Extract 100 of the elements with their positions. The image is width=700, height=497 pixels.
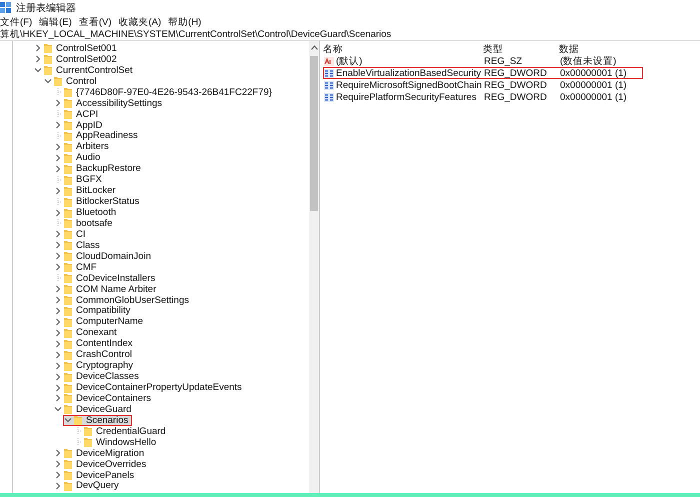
value-name: RequirePlatformSecurityFeatures	[336, 92, 476, 102]
tree-item[interactable]: {7746D80F-97E0-4E26-9543-26B41FC22F79}	[53, 86, 276, 98]
tree-item[interactable]: BitLocker	[53, 185, 120, 196]
chevron-icon[interactable]	[54, 208, 62, 217]
chevron-icon[interactable]	[54, 318, 62, 326]
binary-value-icon	[324, 68, 334, 78]
tree-item[interactable]: ACPI	[53, 108, 102, 120]
value-row[interactable]: (默认) REG_SZ (数值未设置)	[323, 55, 643, 67]
tree-item[interactable]: BackupRestore	[53, 163, 145, 174]
tree-item[interactable]: Cryptography	[53, 360, 138, 372]
chevron-icon[interactable]	[34, 66, 42, 74]
tree-item[interactable]: AppReadiness	[53, 130, 142, 142]
tree-item[interactable]: WindowsHello	[73, 436, 160, 448]
tree-item[interactable]: DeviceGuard	[53, 404, 136, 415]
tree-item[interactable]: bootsafe	[53, 218, 116, 229]
tree-item[interactable]: CI	[53, 228, 90, 240]
chevron-icon[interactable]	[54, 372, 62, 381]
tree-item[interactable]: COM Name Arbiter	[53, 284, 160, 295]
value-row[interactable]: RequireMicrosoftSignedBootChain REG_DWORD 0x00000001 (1)	[323, 79, 643, 91]
folder-icon	[54, 76, 62, 86]
column-header[interactable]: 数据	[559, 42, 579, 56]
tree-item[interactable]: Conexant	[53, 327, 121, 338]
chevron-icon[interactable]	[54, 340, 62, 348]
tree-item[interactable]: ControlSet002	[33, 54, 121, 65]
tree-item[interactable]: DeviceOverrides	[53, 458, 150, 470]
chevron-icon[interactable]	[54, 154, 62, 162]
binary-value-icon	[324, 92, 334, 102]
chevron-icon[interactable]	[34, 55, 42, 64]
chevron-icon[interactable]	[44, 77, 52, 86]
menu-item[interactable]: 编辑(E)	[39, 16, 72, 28]
chevron-icon[interactable]	[54, 350, 62, 359]
column-header[interactable]: 类型	[483, 42, 559, 56]
chevron-icon[interactable]	[54, 285, 62, 294]
chevron-icon[interactable]	[54, 252, 62, 260]
value-type: REG_SZ	[484, 56, 524, 66]
chevron-icon[interactable]	[54, 362, 62, 370]
chevron-icon[interactable]	[54, 328, 62, 337]
value-name: (默认)	[336, 54, 362, 68]
chevron-icon[interactable]	[54, 99, 62, 108]
tree-item[interactable]: ComputerName	[53, 316, 148, 328]
chevron-icon[interactable]	[54, 296, 62, 304]
chevron-icon[interactable]	[54, 241, 62, 250]
menu-item[interactable]: 帮助(H)	[168, 16, 202, 28]
tree-item[interactable]: CredentialGuard	[73, 426, 170, 437]
chevron-icon[interactable]	[54, 263, 62, 272]
value-row[interactable]: RequirePlatformSecurityFeatures REG_DWORD 0x00000001 (1)	[323, 91, 643, 103]
tree-item[interactable]: BitlockerStatus	[53, 196, 144, 208]
tree-item[interactable]: ContentIndex	[53, 338, 137, 350]
chevron-icon[interactable]	[54, 164, 62, 173]
scroll-up-icon[interactable]	[310, 45, 318, 50]
tree-item[interactable]: DeviceContainerPropertyUpdateEvents	[53, 382, 246, 394]
window-title: 注册表编辑器	[16, 2, 76, 15]
chevron-icon[interactable]	[54, 394, 62, 402]
tree-item[interactable]: DeviceClasses	[53, 371, 143, 382]
chevron-icon[interactable]	[34, 44, 42, 52]
value-data: 0x00000001 (1)	[560, 80, 627, 90]
binary-value-icon	[324, 80, 334, 90]
menu-item[interactable]: 查看(V)	[78, 16, 112, 28]
value-type: REG_DWORD	[484, 80, 548, 90]
tree-item[interactable]: CMF	[53, 262, 101, 273]
tree-item[interactable]: DeviceMigration	[53, 448, 148, 459]
tree-item[interactable]: CloudDomainJoin	[53, 250, 155, 262]
tree-item[interactable]: Bluetooth	[53, 207, 120, 218]
tree-item[interactable]: DevQuery	[53, 480, 123, 492]
chevron-icon[interactable]	[54, 186, 62, 195]
chevron-icon[interactable]	[54, 471, 62, 480]
menu-item[interactable]: 收藏夹(A)	[118, 16, 162, 28]
address-bar[interactable]: 算机\HKEY_LOCAL_MACHINE\SYSTEM\CurrentControlSet\Control\DeviceGuard\Scenarios	[0, 28, 700, 41]
chevron-icon[interactable]	[54, 142, 62, 151]
chevron-icon[interactable]	[54, 482, 62, 490]
tree-item[interactable]: Compatibility	[53, 305, 134, 316]
tree-item[interactable]: CurrentControlSet	[33, 64, 137, 76]
chevron-icon[interactable]	[54, 460, 62, 468]
tree-item[interactable]: CommonGlobUserSettings	[53, 294, 193, 306]
tree-item[interactable]: CoDeviceInstallers	[53, 272, 160, 284]
tree-item[interactable]: BGFX	[53, 174, 106, 186]
value-data: 0x00000001 (1)	[560, 68, 627, 78]
tree-item[interactable]: DeviceContainers	[53, 392, 155, 404]
tree-item[interactable]: CrashControl	[53, 349, 136, 360]
scrollbar[interactable]	[309, 41, 319, 493]
chevron-icon[interactable]	[54, 405, 62, 414]
tree-item[interactable]: Arbiters	[53, 141, 113, 152]
tree-item[interactable]: Audio	[53, 152, 104, 164]
tree-item[interactable]: Scenarios	[63, 414, 132, 426]
chevron-icon[interactable]	[54, 384, 62, 392]
menu-item[interactable]: 文件(F)	[0, 16, 32, 28]
tree-item[interactable]: AccessibilitySettings	[53, 98, 166, 109]
chevron-icon[interactable]	[54, 230, 62, 238]
chevron-icon[interactable]	[54, 121, 62, 130]
chevron-icon[interactable]	[54, 306, 62, 315]
tree-item[interactable]: Control	[43, 76, 101, 87]
string-value-icon	[324, 56, 334, 66]
tree-item[interactable]: AppID	[53, 120, 106, 131]
chevron-icon[interactable]	[54, 449, 62, 458]
tree-item[interactable]: DevicePanels	[53, 470, 138, 481]
tree-item[interactable]: ControlSet001	[33, 42, 121, 54]
value-row[interactable]: EnableVirtualizationBasedSecurity REG_DWORD 0x00000001 (1)	[323, 67, 643, 79]
chevron-icon[interactable]	[64, 416, 72, 424]
tree-item[interactable]: Class	[53, 240, 104, 251]
column-header[interactable]: 名称	[323, 42, 483, 56]
